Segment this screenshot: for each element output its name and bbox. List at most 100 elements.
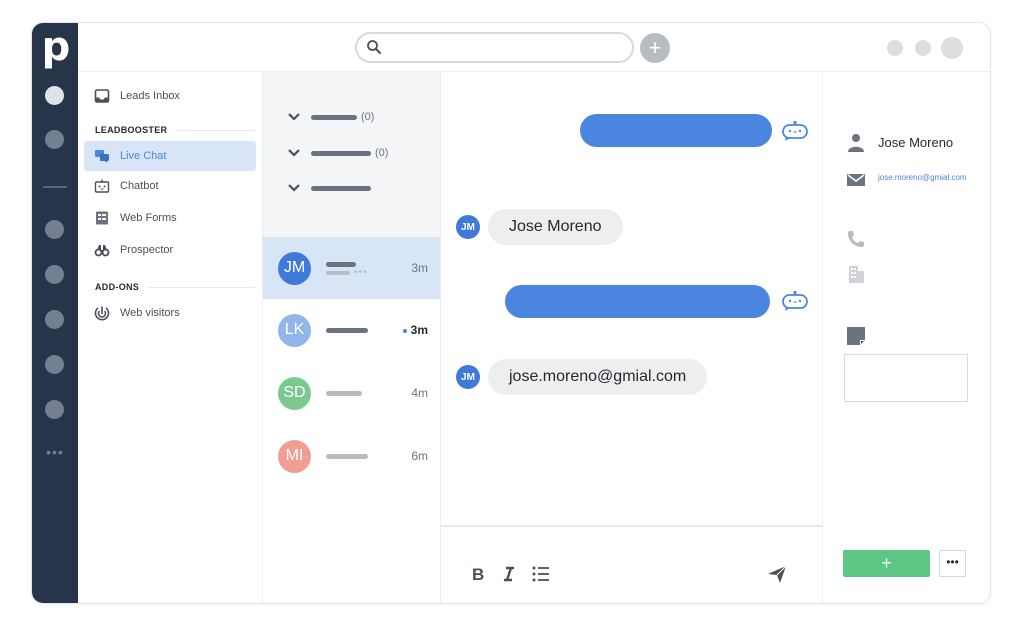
italic-icon[interactable] <box>499 564 519 584</box>
contact-name: Jose Moreno <box>878 135 954 150</box>
chatbot-icon <box>782 120 808 141</box>
preview-title-placeholder <box>326 327 368 333</box>
conversation-preview <box>326 453 386 459</box>
add-contact-button[interactable]: + <box>843 550 930 577</box>
sidebar-item-chatbot[interactable]: Chatbot <box>84 171 256 201</box>
more-options-button[interactable]: ••• <box>939 550 966 577</box>
chevron-down-icon <box>288 149 300 157</box>
visitor-message: JM Jose Moreno <box>456 209 623 245</box>
top-bar-icon-1[interactable] <box>887 40 903 56</box>
message-bubble: jose.moreno@gmial.com <box>488 359 708 395</box>
avatar: LK <box>278 313 311 347</box>
rail-more-icon[interactable]: ••• <box>45 445 65 459</box>
section-header-add-ons: ADD-ONS <box>95 282 255 292</box>
preview-text-placeholder <box>326 270 350 275</box>
contact-email[interactable]: jose.moreno@gmial.com <box>878 173 967 182</box>
quick-add-button[interactable]: + <box>640 33 670 63</box>
filter-label-placeholder <box>311 150 371 156</box>
message-bubble: Jose Moreno <box>488 209 623 245</box>
note-icon <box>847 327 865 345</box>
rail-nav-item-4[interactable] <box>45 265 64 284</box>
pipedrive-logo[interactable]: p <box>41 27 71 69</box>
conversation-item[interactable]: MI 6m <box>263 425 440 487</box>
left-rail: p ••• <box>32 23 78 603</box>
list-icon[interactable] <box>531 564 551 584</box>
section-label: LEADBOOSTER <box>95 125 168 135</box>
section-divider <box>177 129 255 131</box>
section-label: ADD-ONS <box>95 282 140 292</box>
conversation-filters: (0) (0) <box>263 72 440 237</box>
message-composer[interactable]: B <box>441 525 822 603</box>
avatar: SD <box>278 376 311 410</box>
radar-icon <box>94 306 110 321</box>
filter-group[interactable]: (0) <box>287 147 388 159</box>
bot-message <box>580 114 772 147</box>
top-bar-icon-2[interactable] <box>915 40 931 56</box>
filter-label-placeholder <box>311 114 357 120</box>
conversation-preview <box>326 327 386 333</box>
sidebar-item-label: Prospector <box>120 244 174 256</box>
rail-divider <box>43 186 67 188</box>
visitor-message: JM jose.moreno@gmial.com <box>456 359 708 395</box>
filter-label-placeholder <box>311 185 371 191</box>
section-header-leadbooster: LEADBOOSTER <box>95 125 255 135</box>
svg-text:B: B <box>472 565 484 584</box>
rail-nav-item-1[interactable] <box>45 86 64 105</box>
chevron-down-icon <box>288 113 300 121</box>
rail-nav-item-3[interactable] <box>45 220 64 239</box>
typing-indicator: ••• <box>354 266 368 278</box>
sidebar-item-label: Leads Inbox <box>120 90 180 102</box>
rail-nav-item-6[interactable] <box>45 355 64 374</box>
preview-title-placeholder <box>326 261 356 267</box>
inbox-icon <box>94 89 110 103</box>
sidebar-item-label: Live Chat <box>120 150 167 162</box>
bold-icon[interactable]: B <box>469 564 489 584</box>
chat-bubbles-icon <box>95 150 109 163</box>
mail-icon <box>847 174 865 186</box>
send-icon[interactable] <box>767 564 787 584</box>
conversation-item[interactable]: SD 4m <box>263 362 440 424</box>
conversation-time: 4m <box>411 386 428 400</box>
conversation-time: 3m <box>411 261 428 275</box>
sidebar-item-label: Chatbot <box>120 180 159 192</box>
form-icon <box>96 211 108 225</box>
sidebar-item-web-visitors[interactable]: Web visitors <box>84 298 256 328</box>
avatar: JM <box>278 251 311 285</box>
rail-nav-item-2[interactable] <box>45 130 64 149</box>
section-divider <box>149 286 255 288</box>
phone-icon[interactable] <box>846 229 866 249</box>
search-input[interactable] <box>355 32 634 63</box>
user-avatar[interactable] <box>941 37 963 59</box>
person-icon <box>848 134 864 152</box>
contact-details: Jose Moreno jose.moreno@gmial.com + ••• <box>822 72 990 603</box>
note-input[interactable] <box>844 354 968 402</box>
top-bar: + <box>78 23 990 72</box>
chat-thread: JM Jose Moreno JM jose.moreno@gmial.com … <box>441 72 822 603</box>
time-text: 3m <box>410 323 428 337</box>
sidebar-item-live-chat[interactable]: Live Chat <box>84 141 256 171</box>
sidebar-item-label: Web visitors <box>120 307 180 319</box>
chatbot-icon <box>782 290 808 311</box>
conversation-item[interactable]: JM ••• 3m <box>263 237 440 299</box>
sidebar-item-label: Web Forms <box>120 212 177 224</box>
avatar: MI <box>278 439 311 473</box>
app-window: p ••• + Leads Inbox LEADBOOSTER Live Cha… <box>31 22 991 604</box>
leads-sidebar: Leads Inbox LEADBOOSTER Live Chat Chatbo… <box>78 72 263 603</box>
chevron-down-icon <box>288 184 300 192</box>
conversation-item[interactable]: LK 3m <box>263 299 440 361</box>
sidebar-item-leads-inbox[interactable]: Leads Inbox <box>84 81 256 111</box>
filter-group[interactable]: (0) <box>287 111 374 123</box>
sidebar-item-web-forms[interactable]: Web Forms <box>84 203 256 233</box>
filter-count: (0) <box>361 111 375 123</box>
conversation-preview <box>326 390 386 396</box>
sidebar-item-prospector[interactable]: Prospector <box>84 235 256 265</box>
conversation-time: 3m <box>402 323 428 337</box>
filter-group[interactable] <box>287 183 375 193</box>
preview-title-placeholder <box>326 453 368 459</box>
filter-count: (0) <box>375 147 389 159</box>
rail-nav-item-5[interactable] <box>45 310 64 329</box>
chatbot-icon <box>94 179 110 193</box>
avatar: JM <box>456 215 480 239</box>
organization-icon[interactable] <box>846 264 866 284</box>
rail-nav-item-7[interactable] <box>45 400 64 419</box>
